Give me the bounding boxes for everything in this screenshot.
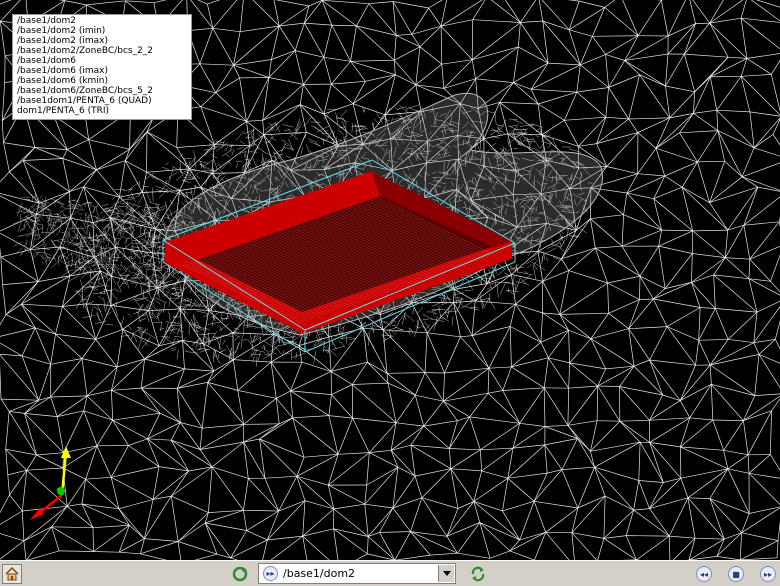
zone-selector-value: /base1/dom2 — [283, 567, 356, 580]
legend-line: /base1/dom6/ZoneBC/bcs_5_2 — [17, 86, 154, 96]
legend-line: /base1/dom6 (imax) — [17, 66, 108, 76]
cycle-button[interactable] — [230, 564, 250, 584]
legend-line: dom1/PENTA_6 (TRI) — [17, 106, 110, 116]
next-icon: ▸▸ — [263, 566, 278, 581]
stop-button[interactable]: ■ — [726, 564, 746, 584]
refresh-icon — [471, 566, 485, 582]
chevron-down-icon[interactable] — [438, 565, 454, 582]
legend-line: /base1/dom2 (imax) — [17, 36, 108, 46]
legend-line: /base1/dom6 — [17, 56, 76, 66]
3d-viewport[interactable]: /base1/dom2 /base1/dom2 (imin) /base1/do… — [0, 0, 780, 560]
refresh-button[interactable] — [468, 564, 488, 584]
bottom-toolbar: ▸▸ /base1/dom2 ◂◂ ■ ▸▸ — [0, 560, 780, 586]
legend-line: /base1dom1/PENTA_6 (QUAD) — [17, 96, 152, 106]
cycle-icon — [232, 566, 248, 582]
home-button[interactable] — [2, 564, 22, 584]
fast-forward-button[interactable]: ▸▸ — [758, 564, 778, 584]
home-icon — [5, 566, 19, 581]
rewind-button[interactable]: ◂◂ — [694, 564, 714, 584]
rewind-icon: ◂◂ — [696, 566, 712, 582]
zone-selector[interactable]: ▸▸ /base1/dom2 — [258, 563, 456, 584]
legend-line: /base1/dom6 (kmin) — [17, 76, 109, 86]
zone-legend: /base1/dom2 /base1/dom2 (imin) /base1/do… — [12, 14, 192, 120]
stop-icon: ■ — [728, 566, 744, 582]
legend-line: /base1/dom2 — [17, 16, 76, 26]
fast-forward-icon: ▸▸ — [760, 566, 776, 582]
legend-line: /base1/dom2 (imin) — [17, 26, 106, 36]
legend-line: /base1/dom2/ZoneBC/bcs_2_2 — [17, 46, 154, 56]
